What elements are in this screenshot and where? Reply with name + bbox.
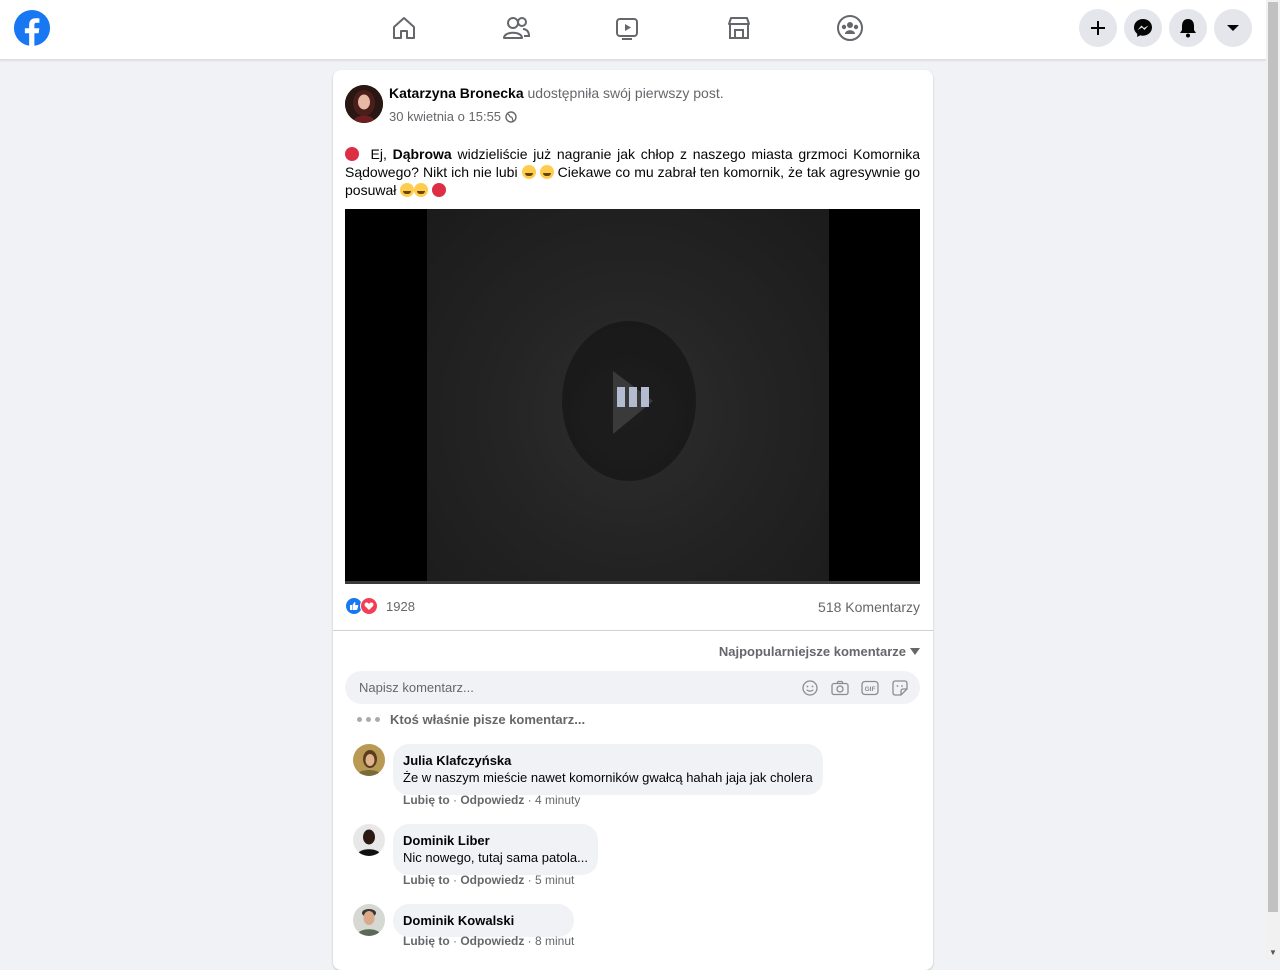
laughing-emoji-icon xyxy=(414,183,429,197)
svg-text:GIF: GIF xyxy=(865,686,876,693)
comment-text: Nic nowego, tutaj sama patola... xyxy=(403,850,588,865)
laughing-emoji-icon xyxy=(400,183,415,197)
chevron-down-icon xyxy=(1227,25,1239,31)
commenter-avatar[interactable] xyxy=(353,744,385,776)
comment-bubble: Julia Klafczyńska Że w naszym mieście na… xyxy=(393,744,823,795)
comment-time[interactable]: 4 minuty xyxy=(535,793,580,807)
comment-time[interactable]: 8 minut xyxy=(535,934,574,948)
video-player[interactable] xyxy=(345,209,920,584)
comment-actions: Lubię to · Odpowiedz · 5 minut xyxy=(403,873,575,887)
like-comment-button[interactable]: Lubię to xyxy=(403,793,450,807)
like-comment-button[interactable]: Lubię to xyxy=(403,873,450,887)
comment-input[interactable] xyxy=(345,671,779,704)
nav-groups[interactable] xyxy=(794,4,906,52)
home-icon xyxy=(393,17,415,39)
video-progress-bar[interactable] xyxy=(345,581,920,584)
facebook-logo-icon[interactable] xyxy=(13,9,51,47)
plus-icon xyxy=(1091,21,1105,35)
messenger-button[interactable] xyxy=(1124,9,1162,47)
top-navigation-bar xyxy=(0,0,1266,60)
laughing-emoji-icon xyxy=(521,165,536,179)
comment-actions: Lubię to · Odpowiedz · 4 minuty xyxy=(403,793,581,807)
comment-input-icons: GIF xyxy=(800,678,910,698)
triangle-down-icon xyxy=(910,648,920,655)
author-photo xyxy=(345,85,383,123)
commenter-name[interactable]: Dominik Liber xyxy=(403,832,588,849)
reactions-summary[interactable]: 1928 xyxy=(345,597,415,615)
laughing-emoji-icon xyxy=(539,165,554,179)
messenger-icon xyxy=(1134,19,1152,37)
reply-comment-button[interactable]: Odpowiedz xyxy=(460,793,524,807)
divider xyxy=(333,630,933,631)
post-card: Katarzyna Bronecka udostępniła swój pier… xyxy=(333,70,933,970)
scrollbar-thumb[interactable] xyxy=(1268,2,1278,912)
friends-icon xyxy=(503,17,530,39)
commenter-avatar[interactable] xyxy=(353,824,385,856)
nav-friends[interactable] xyxy=(460,4,572,52)
watch-icon xyxy=(616,18,638,40)
post-text-part-1: Ej, xyxy=(370,146,387,162)
comment-input-box[interactable]: GIF xyxy=(345,671,920,704)
comments-sort-dropdown[interactable]: Najpopularniejsze komentarze xyxy=(719,644,920,659)
notifications-icon xyxy=(1180,19,1196,38)
loading-indicator-icon xyxy=(617,387,649,407)
comment-actions: Lubię to · Odpowiedz · 8 minut xyxy=(403,934,575,948)
account-menu-button[interactable] xyxy=(1214,9,1252,47)
commenter-name[interactable]: Julia Klafczyńska xyxy=(403,752,813,769)
commenter-avatar[interactable] xyxy=(353,904,385,936)
comments-count-link[interactable]: 518 Komentarzy xyxy=(818,599,920,615)
typing-indicator: Ktoś właśnie pisze komentarz... xyxy=(357,712,585,727)
typing-text: Ktoś właśnie pisze komentarz... xyxy=(390,712,586,727)
emoji-icon[interactable] xyxy=(800,678,820,698)
author-avatar[interactable] xyxy=(345,85,383,123)
reactions-count: 1928 xyxy=(386,598,415,614)
post-action-text: udostępniła swój pierwszy post. xyxy=(527,85,724,101)
red-circle-emoji-icon xyxy=(432,183,447,197)
post-timestamp[interactable]: 30 kwietnia o 15:55 xyxy=(389,109,501,124)
post-author-line: Katarzyna Bronecka udostępniła swój pier… xyxy=(389,85,724,101)
commenter-name[interactable]: Dominik Kowalski xyxy=(403,912,514,929)
notifications-button[interactable] xyxy=(1169,9,1207,47)
sticker-icon[interactable] xyxy=(890,678,910,698)
nav-watch[interactable] xyxy=(571,4,683,52)
reply-comment-button[interactable]: Odpowiedz xyxy=(460,873,524,887)
typing-dots-icon xyxy=(357,717,380,722)
post-text-highlight: Dąbrowa xyxy=(392,146,452,162)
reply-comment-button[interactable]: Odpowiedz xyxy=(460,934,524,948)
love-reaction-icon xyxy=(360,597,378,615)
post-author-name[interactable]: Katarzyna Bronecka xyxy=(389,85,524,101)
post-text: Ej, Dąbrowa widzieliście już nagranie ja… xyxy=(345,145,920,199)
like-comment-button[interactable]: Lubię to xyxy=(403,934,450,948)
comment-bubble: Dominik Liber Nic nowego, tutaj sama pat… xyxy=(393,824,598,875)
gif-icon[interactable]: GIF xyxy=(860,678,880,698)
post-meta: 30 kwietnia o 15:55 xyxy=(389,109,517,124)
comment-bubble: Dominik Kowalski xyxy=(393,904,575,937)
nav-marketplace[interactable] xyxy=(683,4,795,52)
comments-sort-label: Najpopularniejsze komentarze xyxy=(718,644,906,659)
marketplace-icon xyxy=(728,17,750,39)
nav-home[interactable] xyxy=(348,4,460,52)
camera-icon[interactable] xyxy=(830,678,850,698)
create-button[interactable] xyxy=(1079,9,1117,47)
red-circle-emoji-icon xyxy=(345,147,359,161)
groups-icon xyxy=(837,15,863,41)
comment-time[interactable]: 5 minut xyxy=(535,873,574,887)
comment-text: Że w naszym mieście nawet komorników gwa… xyxy=(403,770,813,785)
globe-icon xyxy=(505,110,517,123)
scroll-down-arrow-icon[interactable]: ▼ xyxy=(1269,949,1277,957)
page-scrollbar[interactable]: ▼ xyxy=(1266,0,1280,960)
